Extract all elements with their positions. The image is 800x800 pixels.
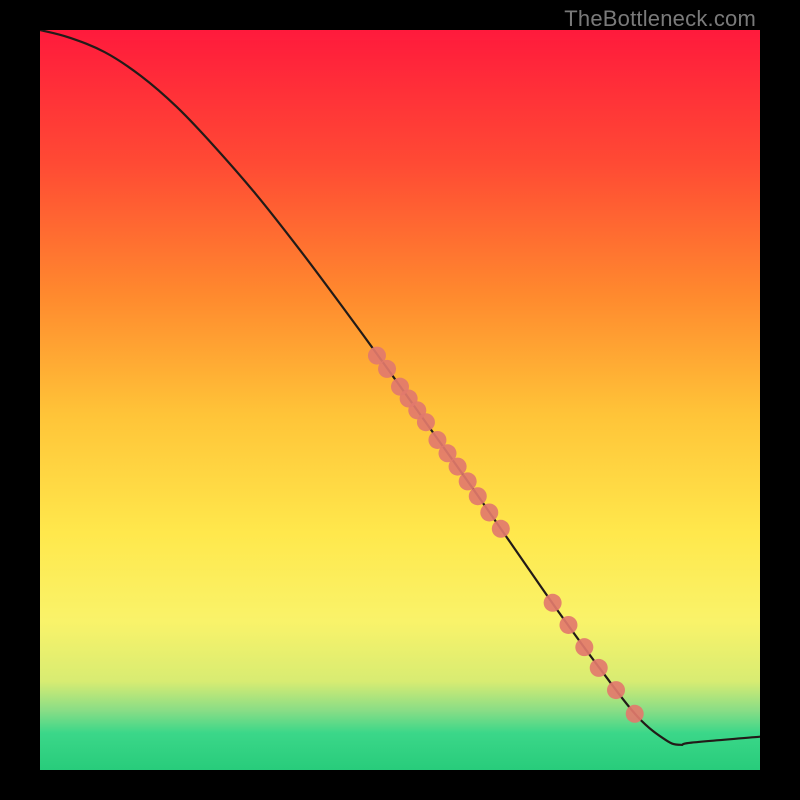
marker-point: [469, 487, 487, 505]
marker-point: [408, 401, 426, 419]
marker-point: [559, 616, 577, 634]
marker-point: [544, 594, 562, 612]
marker-point: [439, 444, 457, 462]
marker-point: [480, 503, 498, 521]
marker-point: [607, 681, 625, 699]
marker-point: [428, 431, 446, 449]
marker-point: [449, 458, 467, 476]
marker-point: [459, 472, 477, 490]
marker-point: [391, 378, 409, 396]
plot-area: [40, 30, 760, 770]
watermark-text: TheBottleneck.com: [564, 6, 756, 32]
marker-group: [368, 347, 644, 723]
curve-line: [40, 30, 760, 745]
chart-frame: TheBottleneck.com: [0, 0, 800, 800]
marker-point: [492, 520, 510, 538]
marker-point: [378, 360, 396, 378]
marker-point: [575, 638, 593, 656]
chart-svg: [40, 30, 760, 770]
marker-point: [626, 705, 644, 723]
marker-point: [590, 659, 608, 677]
marker-point: [368, 347, 386, 365]
marker-point: [417, 413, 435, 431]
marker-point: [400, 390, 418, 408]
